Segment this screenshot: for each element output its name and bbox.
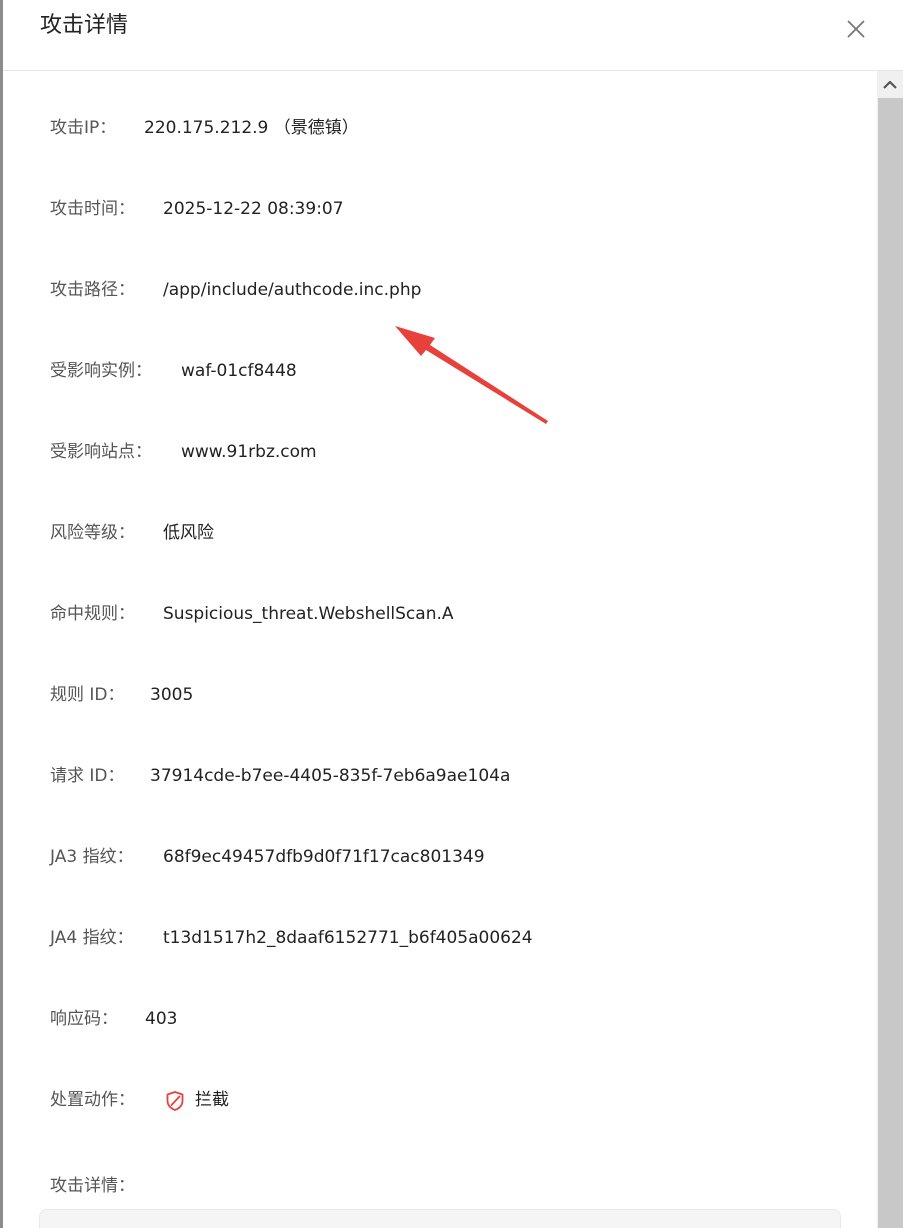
affected-instance-value: waf-01cf8448 — [181, 361, 297, 381]
field-label: JA3 指纹： — [50, 847, 134, 867]
dialog-body: 攻击IP： 220.175.212.9 （景德镇） 攻击时间： 2025-12-… — [3, 71, 877, 1228]
field-label: 受影响实例： — [50, 361, 152, 381]
field-label: 处置动作： — [50, 1090, 135, 1110]
scroll-up-button[interactable] — [877, 71, 903, 98]
field-label: 攻击时间： — [50, 199, 135, 219]
risk-level-value: 低风险 — [163, 523, 214, 543]
response-code-value: 403 — [145, 1009, 178, 1029]
ja4-value: t13d1517h2_8daaf6152771_b6f405a00624 — [163, 928, 533, 948]
shield-block-icon-glyph — [166, 1091, 184, 1111]
field-label: JA4 指纹： — [50, 928, 134, 948]
field-label: 攻击路径： — [50, 280, 135, 300]
field-label: 受影响站点： — [50, 442, 152, 462]
dialog-title: 攻击详情 — [40, 13, 129, 38]
field-label: 请求 ID： — [50, 766, 125, 786]
field-label: 风险等级： — [50, 523, 135, 543]
rule-id-value: 3005 — [150, 685, 194, 705]
attack-details-box — [39, 1209, 841, 1228]
request-id-value: 37914cde-b7ee-4405-835f-7eb6a9ae104a — [150, 766, 511, 786]
attack-path-value: /app/include/authcode.inc.php — [163, 280, 422, 300]
close-icon[interactable] — [845, 18, 867, 40]
field-label: 命中规则： — [50, 604, 135, 624]
close-icon-glyph — [847, 20, 865, 38]
attack-ip-value: 220.175.212.9 （景德镇） — [144, 118, 359, 138]
vertical-scrollbar[interactable] — [877, 71, 903, 1228]
scrollbar-thumb[interactable] — [878, 98, 903, 1228]
affected-site-value: www.91rbz.com — [181, 442, 317, 462]
attack-details-dialog: 攻击详情 攻击IP： 220.175.212.9 （景德镇） 攻击时间： 202… — [0, 0, 903, 1228]
field-label: 攻击详情： — [50, 1176, 135, 1196]
field-label: 攻击IP： — [50, 118, 117, 138]
hit-rule-value: Suspicious_threat.WebshellScan.A — [163, 604, 454, 624]
dialog-header: 攻击详情 — [3, 0, 903, 71]
attack-time-value: 2025-12-22 08:39:07 — [163, 199, 344, 219]
shield-block-icon — [164, 1090, 186, 1112]
chevron-up-icon — [883, 80, 897, 89]
action-value: 拦截 — [195, 1090, 229, 1110]
ja3-value: 68f9ec49457dfb9d0f71f17cac801349 — [163, 847, 485, 867]
field-label: 响应码： — [50, 1009, 118, 1029]
field-label: 规则 ID： — [50, 685, 125, 705]
